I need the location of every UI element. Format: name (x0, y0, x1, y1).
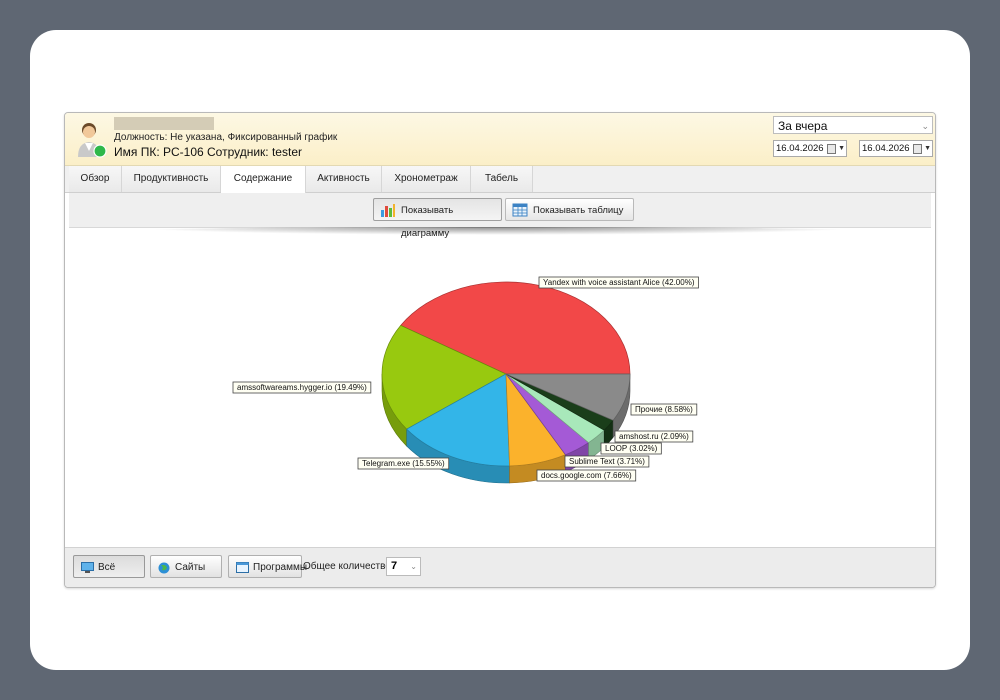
pie-label-2: Telegram.exe (15.55%) (362, 459, 445, 468)
report-window: Должность: Не указана, Фиксированный гра… (64, 112, 936, 588)
pie-label-1: amssoftwareams.hygger.io (19.49%) (237, 383, 367, 392)
pie-label-0: Yandex with voice assistant Alice (42.00… (543, 278, 695, 287)
pie-label-5: LOOP (3.02%) (605, 444, 658, 453)
tab-overview[interactable]: Обзор (69, 166, 122, 192)
pie-label-box-3: docs.google.com (7.66%) (536, 469, 637, 482)
period-value: За вчера (778, 119, 828, 133)
pie-label-box-4: Sublime Text (3.71%) (564, 455, 650, 468)
tab-activity[interactable]: Активность (306, 166, 382, 192)
report-tabs: Обзор Продуктивность Содержание Активнос… (65, 166, 935, 193)
pie-label-box-0: Yandex with voice assistant Alice (42.00… (538, 276, 699, 289)
dropdown-arrow-icon[interactable]: ▼ (924, 141, 931, 156)
pie-label-7: Прочие (8.58%) (635, 405, 693, 414)
pie-label-box-2: Telegram.exe (15.55%) (357, 457, 450, 470)
view-toolbar: Показывать диаграмму Показывать таблицу (69, 193, 931, 239)
period-select[interactable]: За вчера ⌄ (773, 116, 933, 134)
chevron-down-icon: ⌄ (921, 121, 929, 131)
date-from-picker[interactable]: 16.04.2026 ▼ (773, 140, 847, 157)
filter-programs-label: Программы (253, 562, 308, 573)
table-icon (512, 203, 528, 217)
total-count-select[interactable]: 7 ⌄ (386, 557, 421, 576)
pie-label-4: Sublime Text (3.71%) (569, 457, 645, 466)
date-to-value: 16.04.2026 (862, 143, 910, 154)
pc-employee-info: Имя ПК: PC-106 Сотрудник: tester (114, 145, 302, 159)
total-count-value: 7 (391, 560, 398, 572)
pie-label-box-7: Прочие (8.58%) (630, 403, 698, 416)
monitor-icon (81, 562, 94, 573)
show-table-button[interactable]: Показывать таблицу (505, 198, 634, 221)
bar-chart-icon (381, 204, 395, 217)
globe-icon (158, 562, 170, 574)
show-chart-button[interactable]: Показывать диаграмму (373, 198, 502, 239)
content-pie-chart: Yandex with voice assistant Alice (42.00… (232, 276, 699, 484)
date-from-value: 16.04.2026 (776, 143, 824, 154)
total-count-label: Общее количество: (303, 561, 394, 572)
pie-label-box-6: amshost.ru (2.09%) (614, 430, 694, 443)
dropdown-arrow-icon[interactable]: ▼ (838, 141, 845, 156)
pie-label-box-1: amssoftwareams.hygger.io (19.49%) (232, 381, 372, 394)
chevron-down-icon: ⌄ (410, 562, 417, 571)
toolbar-shadow (127, 227, 869, 235)
show-table-label: Показывать таблицу (533, 205, 624, 216)
pie-label-6: amshost.ru (2.09%) (619, 432, 689, 441)
pie-label-box-5: LOOP (3.02%) (600, 442, 662, 455)
calendar-icon[interactable] (827, 144, 836, 154)
tab-timesheet[interactable]: Табель (471, 166, 533, 192)
tab-content[interactable]: Содержание (221, 166, 306, 193)
tab-timing[interactable]: Хронометраж (382, 166, 471, 192)
employee-header: Должность: Не указана, Фиксированный гра… (65, 113, 935, 166)
date-to-picker[interactable]: 16.04.2026 ▼ (859, 140, 933, 157)
pie-label-3: docs.google.com (7.66%) (541, 471, 632, 480)
position-info: Должность: Не указана, Фиксированный гра… (114, 132, 338, 143)
filter-bar: Всё Сайты Программы Общее количество: 7 … (65, 547, 935, 587)
calendar-icon[interactable] (913, 144, 922, 154)
filter-sites-button[interactable]: Сайты (150, 555, 222, 578)
filter-programs-button[interactable]: Программы (228, 555, 307, 578)
user-avatar-icon (78, 123, 107, 158)
filter-sites-label: Сайты (175, 562, 206, 573)
filter-all-button[interactable]: Всё (73, 555, 145, 578)
tab-productivity[interactable]: Продуктивность (122, 166, 221, 192)
window-icon (236, 562, 249, 573)
filter-all-label: Всё (98, 562, 116, 573)
employee-name-redacted (114, 117, 214, 130)
